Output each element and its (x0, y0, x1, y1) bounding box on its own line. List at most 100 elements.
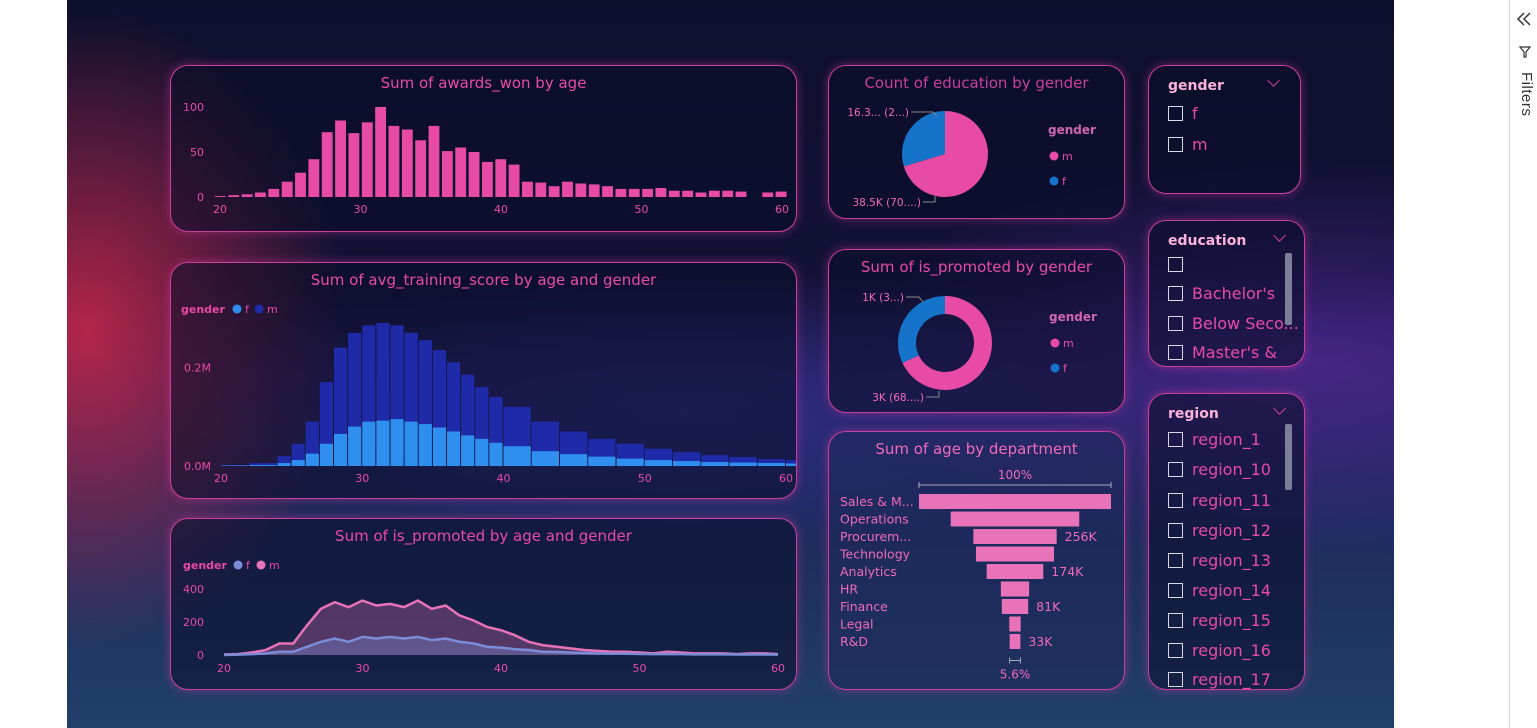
legend-title: gender (1048, 123, 1096, 137)
bar (281, 181, 293, 197)
funnel-value-label: 81K (1036, 599, 1061, 614)
slicer-item-label: region_13 (1192, 550, 1271, 570)
slicer-item-bachelors[interactable]: Bachelor's (1168, 283, 1275, 303)
training-plot: gender f m 0.0M 0.2M 20 30 40 50 60 (181, 303, 796, 485)
legend-dot (254, 304, 264, 314)
bar-f (475, 438, 489, 466)
training-score-chart[interactable]: Sum of avg_training_score by age and gen… (170, 262, 797, 499)
education-by-gender-pie[interactable]: Count of education by gender 16.3... (2.… (828, 65, 1125, 219)
checkbox[interactable] (1168, 522, 1183, 538)
slicer-item-region[interactable]: region_17 (1168, 669, 1271, 689)
x-tick-label: 40 (497, 472, 511, 485)
checkbox[interactable] (1168, 642, 1183, 658)
funnel-value-label: 256K (1065, 529, 1098, 544)
x-tick-label: 20 (217, 662, 231, 675)
slicer-item-region[interactable]: region_13 (1168, 550, 1271, 570)
slicer-item-region[interactable]: region_15 (1168, 610, 1271, 630)
region-slicer[interactable]: region region_1 region_10 region_11 regi… (1148, 393, 1305, 690)
funnel-category-label: Legal (840, 617, 874, 632)
x-tick-label: 40 (494, 203, 508, 216)
funnel-bar (919, 494, 1111, 509)
legend-label: f (1062, 175, 1067, 188)
x-tick-label: 30 (356, 662, 370, 675)
funnel-bar (1009, 634, 1021, 649)
slicer-item-masters[interactable]: Master's & (1168, 342, 1277, 362)
chevron-down-icon[interactable] (1267, 74, 1280, 87)
legend-title: gender (1049, 310, 1097, 324)
slicer-item-f[interactable]: f (1168, 103, 1198, 123)
y-tick-label: 100 (183, 101, 204, 114)
slicer-item-region[interactable]: region_14 (1168, 580, 1271, 600)
x-tick-label: 50 (633, 662, 647, 675)
legend-label: m (1062, 150, 1073, 163)
bar-f (432, 427, 446, 466)
bar (722, 190, 734, 197)
checkbox[interactable] (1168, 552, 1183, 568)
slicer-item-label: region_17 (1192, 669, 1271, 689)
checkbox[interactable] (1168, 671, 1183, 687)
slicer-item-region[interactable]: region_12 (1168, 520, 1271, 540)
checkbox[interactable] (1168, 256, 1183, 272)
filters-label[interactable]: Filters (1518, 72, 1535, 116)
education-slicer[interactable]: education Bachelor's Below Seco... Maste… (1148, 220, 1305, 367)
bar (508, 164, 520, 197)
filters-pane[interactable]: Filters (1509, 0, 1537, 728)
checkbox[interactable] (1168, 461, 1183, 477)
checkbox[interactable] (1168, 582, 1183, 598)
checkbox[interactable] (1168, 105, 1183, 121)
x-tick-label: 50 (638, 472, 652, 485)
promoted-donut-plot: 1K (3...) 3K (68....) gender mf (862, 292, 1097, 404)
checkbox[interactable] (1168, 492, 1183, 508)
x-tick-label: 50 (635, 203, 649, 216)
slice-data-label: 3K (68....) (872, 392, 924, 404)
slicer-item-below-secondary[interactable]: Below Seco... (1168, 313, 1299, 333)
slice-data-label: 38.5K (70....) (852, 197, 921, 209)
checkbox[interactable] (1168, 344, 1183, 360)
funnel-bar (973, 529, 1057, 544)
funnel-value-label: 174K (1051, 564, 1084, 579)
awards-by-age-chart[interactable]: Sum of awards_won by age 0 50 100 20 30 40 50 6… (170, 65, 797, 232)
checkbox[interactable] (1168, 285, 1183, 301)
bar (255, 192, 266, 197)
leader-line (923, 196, 936, 203)
checkbox[interactable] (1168, 431, 1183, 447)
bar (308, 159, 320, 197)
bar-f (701, 462, 729, 466)
slicer-item-label: f (1192, 103, 1198, 123)
y-tick-label: 0.0M (184, 460, 211, 473)
legend-dot (256, 560, 266, 570)
slicer-item-blank[interactable] (1168, 254, 1192, 274)
slicer-item-region[interactable]: region_16 (1168, 640, 1271, 660)
bar-f (729, 462, 757, 466)
checkbox[interactable] (1168, 315, 1183, 331)
legend-dot (1050, 338, 1060, 348)
bar (335, 120, 346, 197)
bar-f (376, 420, 390, 466)
bar (695, 192, 707, 197)
bar-f (673, 461, 701, 466)
bar (642, 188, 654, 197)
bar (455, 147, 467, 197)
funnel-top-bracket (918, 482, 1112, 488)
scrollbar[interactable] (1285, 424, 1292, 490)
promoted-by-age-chart[interactable]: Sum of is_promoted by age and gender gen… (170, 518, 797, 690)
x-tick-label: 60 (775, 203, 789, 216)
slicer-item-region[interactable]: region_10 (1168, 459, 1271, 479)
bar (228, 195, 240, 197)
legend-label: f (1063, 362, 1068, 375)
chevron-down-icon[interactable] (1273, 402, 1286, 415)
bar (348, 133, 360, 197)
age-by-department-funnel[interactable]: Sum of age by department 100% Sales & M..… (828, 431, 1125, 690)
slicer-item-region[interactable]: region_11 (1168, 490, 1271, 510)
gender-slicer[interactable]: gender f m (1148, 65, 1301, 194)
checkbox[interactable] (1168, 136, 1183, 152)
promoted-by-gender-donut[interactable]: Sum of is_promoted by gender 1K (3...) 3K… (828, 249, 1125, 413)
double-chevron-left-icon[interactable] (1516, 12, 1532, 26)
bar (548, 186, 560, 197)
y-tick-label: 200 (183, 616, 204, 629)
checkbox[interactable] (1168, 612, 1183, 628)
slicer-item-m[interactable]: m (1168, 134, 1208, 154)
chevron-down-icon[interactable] (1273, 229, 1286, 242)
slicer-item-label: Master's & (1192, 342, 1277, 362)
slicer-item-region[interactable]: region_1 (1168, 429, 1261, 449)
